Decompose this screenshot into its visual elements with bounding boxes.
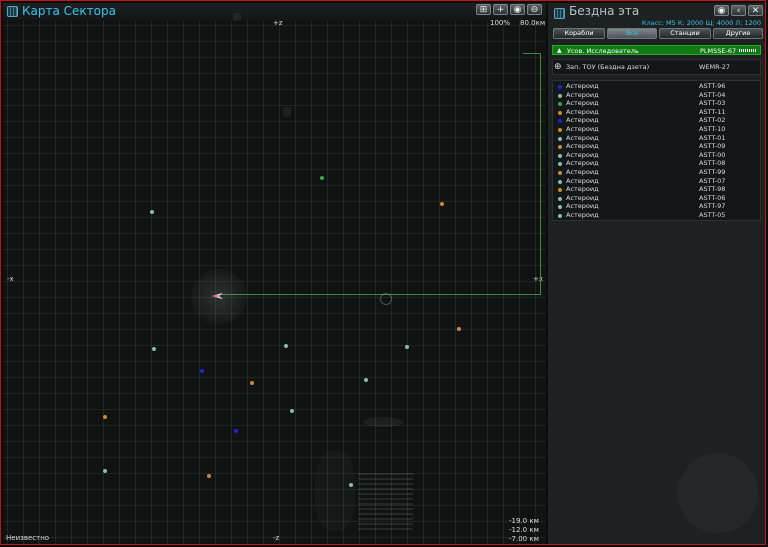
panel-title: Бездна эта: [569, 4, 640, 18]
background-planet: [678, 453, 758, 533]
tab-other[interactable]: Другие: [713, 28, 763, 39]
asteroid-icon: [558, 102, 562, 107]
asteroid-marker[interactable]: [150, 210, 154, 214]
asteroid-icon: [558, 136, 562, 141]
asteroid-icon: [558, 162, 562, 167]
gate-name: Зап. ТОУ (Бездна дзета): [566, 63, 650, 71]
map-view-button[interactable]: ◉: [510, 4, 525, 15]
panel-view-button[interactable]: ◉: [714, 5, 729, 16]
panel-close-button[interactable]: ✕: [748, 5, 763, 16]
route-line: [523, 53, 541, 54]
asteroid-marker[interactable]: [207, 474, 211, 478]
asteroid-icon: [558, 205, 562, 210]
asteroid-marker[interactable]: [234, 429, 238, 433]
sector-object-panel: Бездна эта ◉ ‹ ✕ Класс: M5 К: 2000 Щ: 40…: [548, 3, 765, 544]
target-status: Неизвестно: [6, 534, 50, 542]
asteroid-icon: [558, 119, 562, 124]
axis-label-bottom: -z: [273, 534, 280, 542]
asteroid-icon: [558, 110, 562, 115]
asteroid-icon: [558, 93, 562, 98]
ship-code: PLMSSE-67: [700, 47, 737, 55]
asteroid-marker[interactable]: [103, 415, 107, 419]
gate-icon: ⊕: [554, 62, 562, 72]
background-object: [363, 417, 403, 427]
asteroid-marker[interactable]: [364, 378, 368, 382]
axis-label-right: +x: [533, 275, 544, 283]
gate-marker[interactable]: [380, 293, 392, 305]
asteroid-marker[interactable]: [405, 345, 409, 349]
object-name: Астероид: [566, 211, 599, 219]
asteroid-icon: [558, 179, 562, 184]
asteroid-icon: [558, 188, 562, 193]
asteroid-marker[interactable]: [284, 344, 288, 348]
object-code: ASTT-05: [699, 211, 726, 219]
ship-small-icon: ▲: [557, 47, 562, 54]
gate-row[interactable]: ⊕ Зап. ТОУ (Бездна дзета) WEMR-27: [552, 62, 761, 72]
map-title-bar: Карта Сектора ⊞ + ◉ ⊖: [3, 3, 546, 20]
axis-label-top: +z: [273, 19, 283, 27]
list-item[interactable]: Астероид ASTT-05: [552, 211, 761, 220]
asteroid-marker[interactable]: [440, 202, 444, 206]
asteroid-icon: [558, 196, 562, 201]
axis-label-left: -x: [7, 275, 14, 283]
ship-name: Усов. Исследователь: [567, 47, 639, 55]
map-zoom-out-button[interactable]: ⊖: [527, 4, 542, 15]
map-window-icon: [7, 6, 18, 17]
coord-x: -19.0 км: [509, 517, 539, 525]
background-station: [358, 473, 413, 531]
map-filter-button[interactable]: ⊞: [476, 4, 491, 15]
asteroid-icon: [558, 145, 562, 150]
tab-all[interactable]: Все: [607, 28, 657, 39]
sector-info: Класс: M5 К: 2000 Щ: 4000 Л: 1200: [641, 19, 761, 27]
asteroid-marker[interactable]: [457, 327, 461, 331]
asteroid-icon: [558, 214, 562, 218]
background-object: [315, 451, 355, 531]
player-ship-icon[interactable]: [211, 293, 223, 299]
coord-z: -7.00 км: [509, 535, 539, 543]
map-range: 80.0км: [520, 19, 546, 27]
asteroid-marker[interactable]: [152, 347, 156, 351]
tab-ships[interactable]: Корабли: [553, 28, 605, 39]
gate-code: WEMR-27: [699, 63, 731, 71]
asteroid-marker[interactable]: [250, 381, 254, 385]
background-object: [283, 107, 291, 117]
asteroid-icon: [558, 171, 562, 175]
asteroid-marker[interactable]: [320, 176, 324, 180]
player-ship-row[interactable]: ▲ Усов. Исследователь PLMSSE-67: [552, 45, 761, 55]
zoom-level: 100%: [490, 19, 511, 27]
sector-map[interactable]: Карта Сектора ⊞ + ◉ ⊖ 100% 80.0км +z -z …: [3, 3, 546, 544]
asteroid-marker[interactable]: [290, 409, 294, 413]
background-object: [233, 13, 241, 21]
asteroid-marker[interactable]: [103, 469, 107, 473]
asteroid-icon: [558, 153, 562, 158]
panel-window-icon: [554, 8, 565, 19]
asteroid-icon: [558, 85, 562, 89]
asteroid-marker[interactable]: [349, 483, 353, 487]
asteroid-marker[interactable]: [200, 369, 204, 373]
map-title: Карта Сектора: [22, 4, 116, 18]
ship-hull-bar: [739, 49, 757, 52]
asteroid-icon: [558, 128, 562, 132]
tab-stations[interactable]: Станции: [659, 28, 711, 39]
map-zoom-in-button[interactable]: +: [493, 4, 508, 15]
game-window: Карта Сектора ⊞ + ◉ ⊖ 100% 80.0км +z -z …: [0, 0, 766, 545]
panel-back-button[interactable]: ‹: [731, 5, 746, 16]
coord-y: -12.0 км: [509, 526, 539, 534]
route-line: [540, 53, 541, 295]
